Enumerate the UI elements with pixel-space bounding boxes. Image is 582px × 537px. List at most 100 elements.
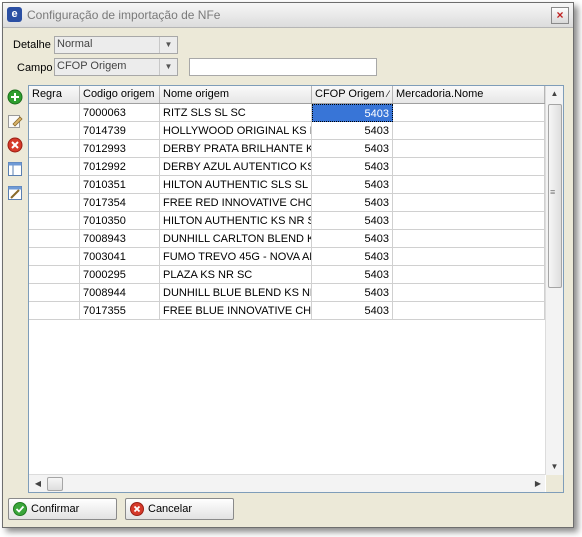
cell-cfop[interactable]: 5403: [312, 302, 393, 320]
cell-codigo[interactable]: 7012993: [80, 140, 160, 158]
table-row[interactable]: 7017354 FREE RED INNOVATIVE CHOICI 5403: [29, 194, 545, 212]
cell-cfop[interactable]: 5403: [312, 194, 393, 212]
cell-codigo[interactable]: 7012992: [80, 158, 160, 176]
cell-regra[interactable]: [29, 266, 80, 284]
cell-cfop[interactable]: 5403: [312, 266, 393, 284]
campo-select[interactable]: CFOP Origem ▼: [54, 58, 178, 76]
edit-icon[interactable]: [7, 113, 25, 131]
columns-icon[interactable]: [7, 161, 25, 179]
confirm-button[interactable]: Confirmar: [8, 498, 117, 520]
cell-codigo[interactable]: 7010350: [80, 212, 160, 230]
column-header-nome-origem[interactable]: Nome origem: [160, 86, 312, 103]
edit-grid-icon[interactable]: [7, 185, 25, 203]
table-row[interactable]: 7000063 RITZ SLS SL SC 5403: [29, 104, 545, 122]
cell-nome[interactable]: HILTON AUTHENTIC SLS SL SC: [160, 176, 312, 194]
cell-cfop[interactable]: 5403: [312, 104, 393, 122]
cell-codigo[interactable]: 7010351: [80, 176, 160, 194]
cell-nome[interactable]: RITZ SLS SL SC: [160, 104, 312, 122]
data-grid[interactable]: Regra Codigo origem Nome origem CFOP Ori…: [28, 85, 564, 493]
cell-cfop[interactable]: 5403: [312, 212, 393, 230]
horizontal-scrollbar[interactable]: ◀ ▶: [29, 474, 545, 492]
column-header-mercadoria-nome[interactable]: Mercadoria.Nome: [393, 86, 545, 103]
horizontal-scroll-thumb[interactable]: [47, 477, 63, 491]
cell-nome[interactable]: DUNHILL BLUE BLEND KS NR HL: [160, 284, 312, 302]
cell-mercadoria[interactable]: [393, 104, 545, 122]
table-row[interactable]: 7008944DUNHILL BLUE BLEND KS NR HL5403: [29, 284, 545, 302]
cell-nome[interactable]: DERBY AZUL AUTENTICO KS NF: [160, 158, 312, 176]
vertical-scrollbar[interactable]: ▲ ≡ ▼: [545, 86, 563, 475]
close-button[interactable]: ×: [551, 7, 569, 24]
table-row[interactable]: 7010351 HILTON AUTHENTIC SLS SL SC 5403: [29, 176, 545, 194]
table-row[interactable]: 7003041 FUMO TREVO 45G - NOVA ART 5403: [29, 248, 545, 266]
cell-nome[interactable]: HOLLYWOOD ORIGINAL KS NR: [160, 122, 312, 140]
cell-cfop[interactable]: 5403: [312, 140, 393, 158]
cell-regra[interactable]: [29, 122, 80, 140]
delete-icon[interactable]: [7, 137, 25, 155]
detalhe-select[interactable]: Normal ▼: [54, 36, 178, 54]
table-row[interactable]: 7012993DERBY PRATA BRILHANTE KS N5403: [29, 140, 545, 158]
cell-regra[interactable]: [29, 248, 80, 266]
table-row[interactable]: 7014739 HOLLYWOOD ORIGINAL KS NR 5403: [29, 122, 545, 140]
chevron-down-icon[interactable]: ▼: [159, 37, 177, 53]
cell-mercadoria[interactable]: [393, 266, 545, 284]
scroll-right-icon[interactable]: ▶: [531, 475, 545, 492]
table-row[interactable]: 7012992DERBY AZUL AUTENTICO KS NF5403: [29, 158, 545, 176]
scroll-up-icon[interactable]: ▲: [546, 86, 563, 102]
table-row[interactable]: 7017355FREE BLUE INNOVATIVE CHOIC5403: [29, 302, 545, 320]
cell-regra[interactable]: [29, 140, 80, 158]
column-header-codigo-origem[interactable]: Codigo origem: [80, 86, 160, 103]
cell-cfop[interactable]: 5403: [312, 284, 393, 302]
cell-regra[interactable]: [29, 284, 80, 302]
title-bar: e Configuração de importação de NFe ×: [3, 3, 573, 28]
cell-regra[interactable]: [29, 212, 80, 230]
table-row[interactable]: 7000295 PLAZA KS NR SC 5403: [29, 266, 545, 284]
cell-codigo[interactable]: 7003041: [80, 248, 160, 266]
cell-mercadoria[interactable]: [393, 194, 545, 212]
cell-nome[interactable]: FUMO TREVO 45G - NOVA ART: [160, 248, 312, 266]
column-header-cfop-origem[interactable]: CFOP Origem ⁄: [312, 86, 393, 103]
cell-nome[interactable]: PLAZA KS NR SC: [160, 266, 312, 284]
cell-nome[interactable]: DUNHILL CARLTON BLEND KS N: [160, 230, 312, 248]
table-row[interactable]: 7008943DUNHILL CARLTON BLEND KS N5403: [29, 230, 545, 248]
cell-mercadoria[interactable]: [393, 176, 545, 194]
cell-cfop[interactable]: 5403: [312, 158, 393, 176]
cell-mercadoria[interactable]: [393, 140, 545, 158]
cell-nome[interactable]: DERBY PRATA BRILHANTE KS N: [160, 140, 312, 158]
cell-regra[interactable]: [29, 194, 80, 212]
cell-regra[interactable]: [29, 230, 80, 248]
cell-codigo[interactable]: 7008944: [80, 284, 160, 302]
cell-codigo[interactable]: 7000063: [80, 104, 160, 122]
cell-mercadoria[interactable]: [393, 212, 545, 230]
cell-cfop[interactable]: 5403: [312, 230, 393, 248]
cell-mercadoria[interactable]: [393, 122, 545, 140]
add-icon[interactable]: [7, 89, 25, 107]
detalhe-label: Detalhe: [13, 39, 51, 51]
cell-cfop[interactable]: 5403: [312, 248, 393, 266]
cell-mercadoria[interactable]: [393, 158, 545, 176]
table-row[interactable]: 7010350 HILTON AUTHENTIC KS NR SC 5403: [29, 212, 545, 230]
cell-nome[interactable]: FREE RED INNOVATIVE CHOICI: [160, 194, 312, 212]
cell-cfop[interactable]: 5403: [312, 176, 393, 194]
column-header-regra[interactable]: Regra: [29, 86, 80, 103]
campo-text-input[interactable]: [189, 58, 377, 76]
cell-mercadoria[interactable]: [393, 230, 545, 248]
cell-regra[interactable]: [29, 302, 80, 320]
scroll-left-icon[interactable]: ◀: [31, 475, 45, 492]
cell-cfop[interactable]: 5403: [312, 122, 393, 140]
cell-mercadoria[interactable]: [393, 284, 545, 302]
cancel-button[interactable]: Cancelar: [125, 498, 234, 520]
cell-codigo[interactable]: 7014739: [80, 122, 160, 140]
cell-mercadoria[interactable]: [393, 302, 545, 320]
cell-nome[interactable]: HILTON AUTHENTIC KS NR SC: [160, 212, 312, 230]
scroll-down-icon[interactable]: ▼: [546, 459, 563, 475]
cell-codigo[interactable]: 7017355: [80, 302, 160, 320]
cell-codigo[interactable]: 7000295: [80, 266, 160, 284]
cell-codigo[interactable]: 7008943: [80, 230, 160, 248]
cell-regra[interactable]: [29, 176, 80, 194]
cell-regra[interactable]: [29, 104, 80, 122]
cell-nome[interactable]: FREE BLUE INNOVATIVE CHOIC: [160, 302, 312, 320]
cell-regra[interactable]: [29, 158, 80, 176]
cell-mercadoria[interactable]: [393, 248, 545, 266]
chevron-down-icon[interactable]: ▼: [159, 59, 177, 75]
cell-codigo[interactable]: 7017354: [80, 194, 160, 212]
